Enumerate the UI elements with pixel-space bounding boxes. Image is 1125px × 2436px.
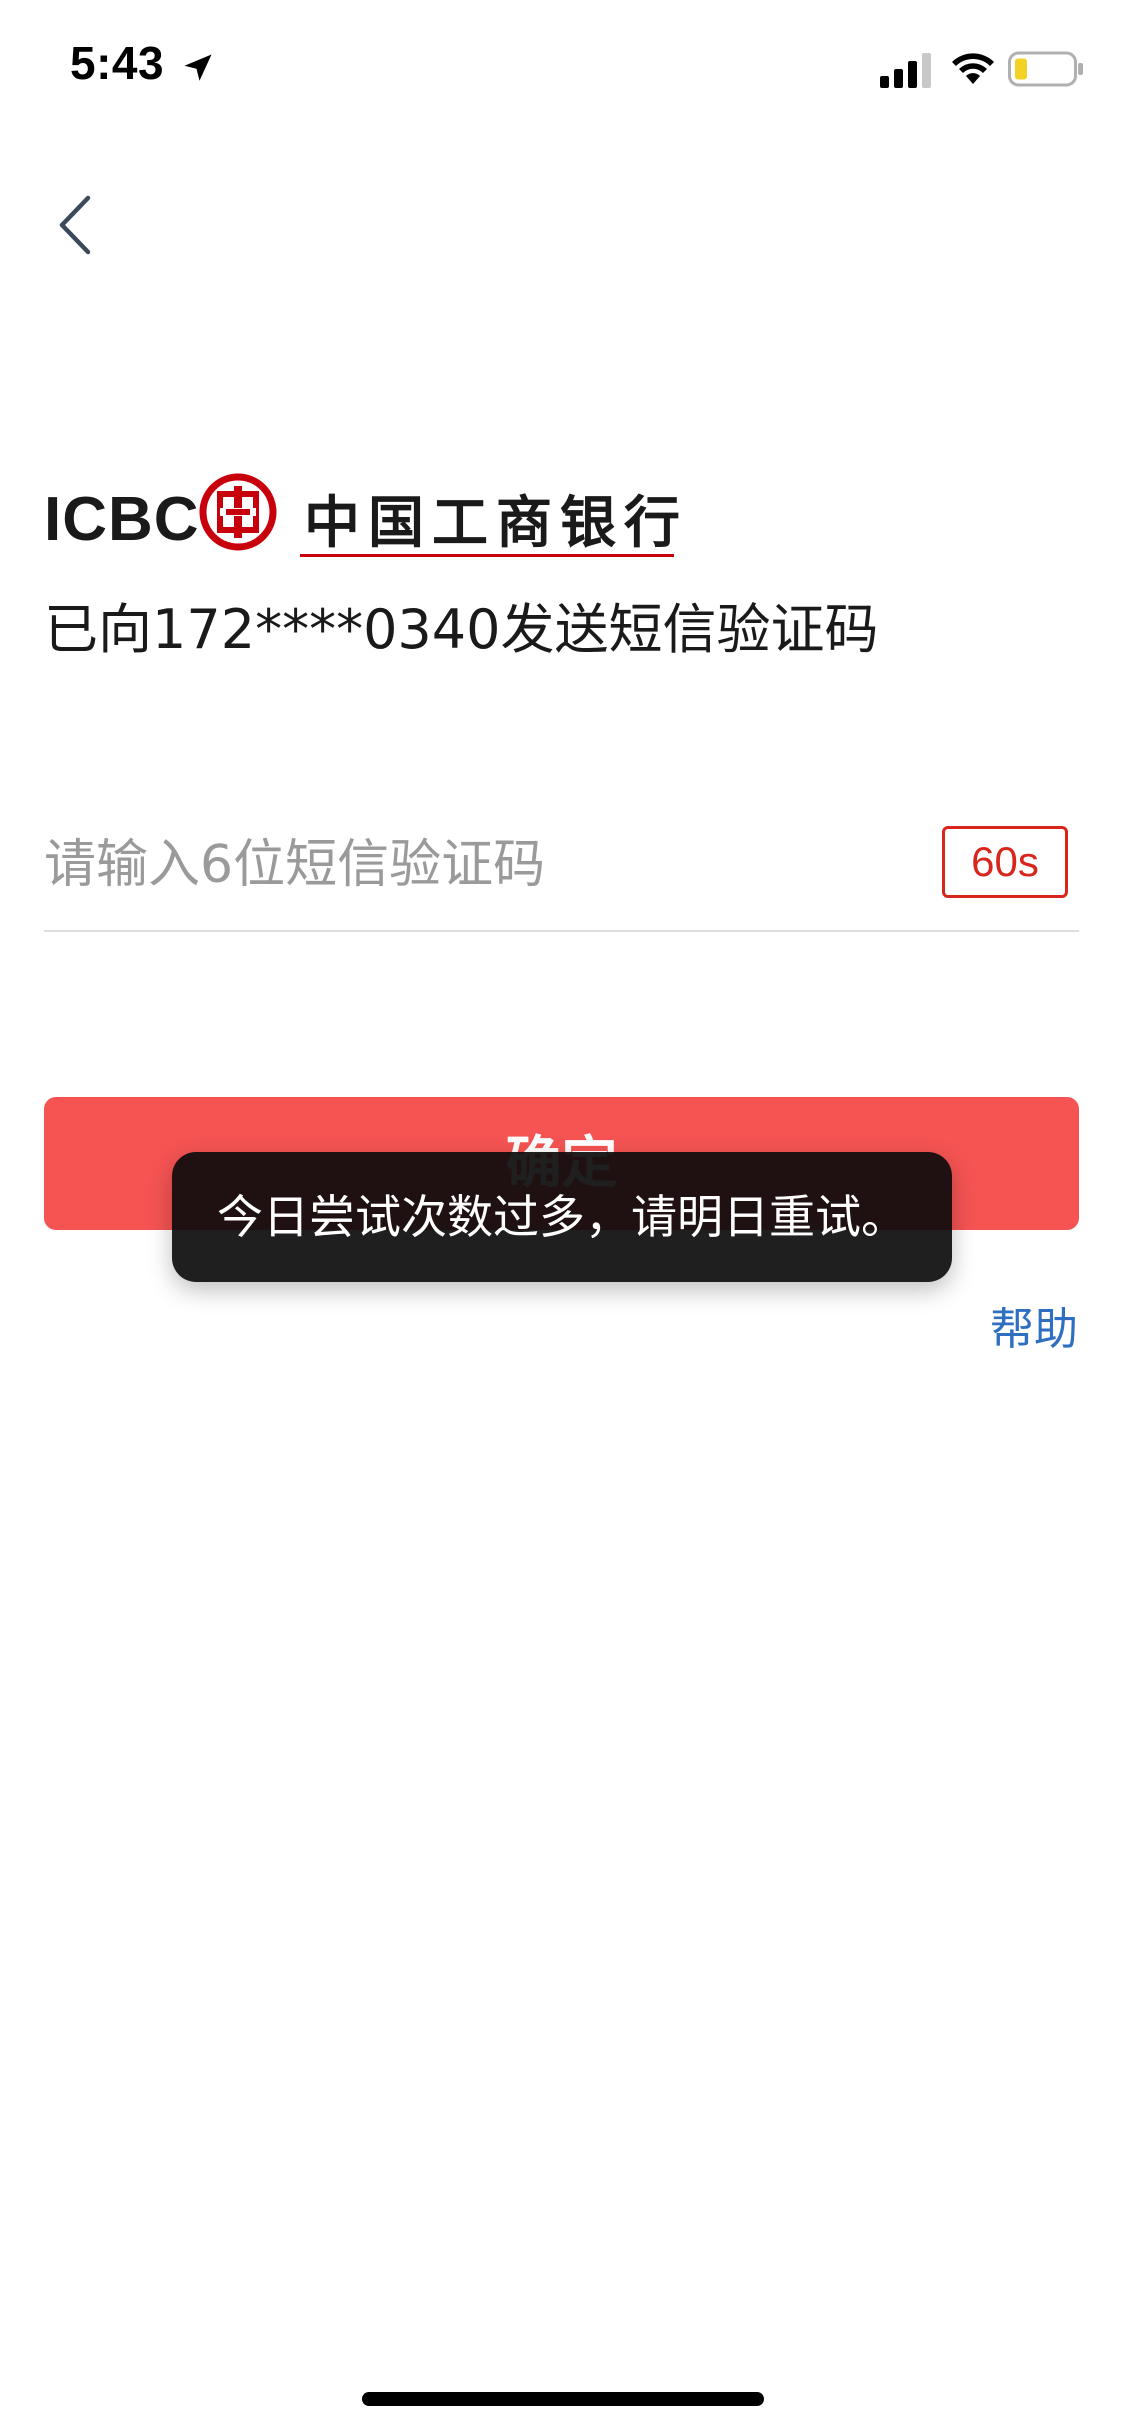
location-arrow-icon: [184, 54, 212, 81]
icbc-emblem-icon: [199, 473, 277, 551]
icbc-logo: ICBC 中国工商银行: [44, 470, 684, 590]
back-button[interactable]: [46, 180, 116, 270]
resend-countdown-button[interactable]: 60s: [942, 826, 1068, 898]
status-bar: 5:43: [0, 0, 1125, 132]
error-toast: 今日尝试次数过多，请明日重试。: [172, 1152, 952, 1282]
battery-icon: [1008, 51, 1083, 87]
sms-verification-screen: 5:43 ICBC 中国工商银行 已向172****0340发送短信验证码 请输…: [0, 0, 1125, 2436]
logo-underline: [300, 554, 674, 557]
sms-code-input[interactable]: [44, 820, 924, 910]
wifi-icon: [952, 53, 994, 84]
cellular-signal-icon: [880, 53, 931, 88]
chevron-left-icon: [59, 195, 91, 255]
input-divider: [44, 930, 1079, 932]
logo-bank-name: 中国工商银行: [304, 491, 688, 556]
help-link[interactable]: 帮助: [990, 1293, 1078, 1357]
home-indicator[interactable]: [362, 2392, 764, 2406]
logo-abbr: ICBC: [44, 485, 200, 554]
status-time: 5:43: [70, 37, 165, 89]
sms-sent-message: 已向172****0340发送短信验证码: [44, 598, 879, 661]
toast-message: 今日尝试次数过多，请明日重试。: [217, 1190, 907, 1244]
